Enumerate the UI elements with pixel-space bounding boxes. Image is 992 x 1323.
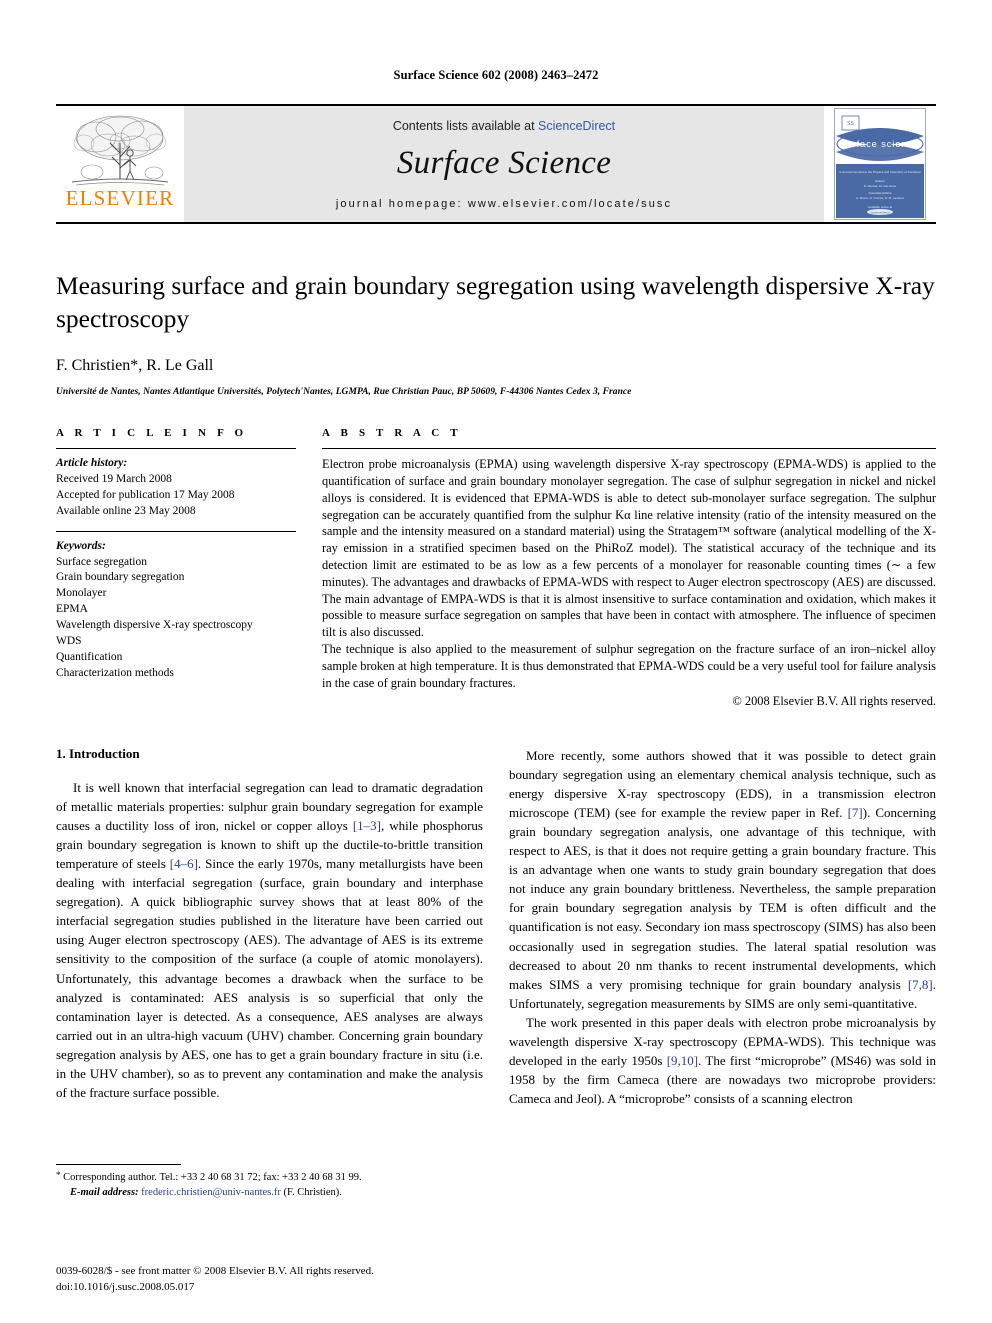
journal-homepage-link[interactable]: journal homepage: www.elsevier.com/locat… [336, 198, 672, 210]
svg-text:SS: SS [847, 121, 854, 127]
info-abstract-section: A R T I C L E I N F O Article history: R… [56, 427, 936, 710]
page-title: Measuring surface and grain boundary seg… [56, 271, 935, 333]
article-history-label: Article history: [56, 457, 128, 470]
history-received: Received 19 March 2008 [56, 473, 172, 486]
svg-text:Editors: Editors [875, 179, 885, 183]
abstract-rule [322, 448, 936, 450]
abstract-heading: A B S T R A C T [322, 427, 462, 440]
svg-text:ScienceDirect: ScienceDirect [870, 210, 889, 214]
abstract-body: Electron probe microanalysis (EPMA) usin… [322, 456, 936, 710]
keyword-item: Monolayer [56, 587, 107, 600]
history-accepted: Accepted for publication 17 May 2008 [56, 488, 235, 501]
running-head: Surface Science 602 (2008) 2463–2472 [393, 68, 599, 82]
keyword-item: Quantification [56, 650, 123, 663]
svg-text:Available online at: Available online at [868, 205, 892, 209]
keyword-item: Characterization methods [56, 666, 174, 679]
masthead-center: Contents lists available at ScienceDirec… [184, 106, 824, 222]
svg-text:H. Brune, G. Comsa, R. M. Lamb: H. Brune, G. Comsa, R. M. Lambert [856, 196, 904, 200]
keyword-item: WDS [56, 634, 82, 647]
section-heading-introduction: 1. Introduction [56, 746, 140, 762]
article-info-rule [56, 448, 296, 450]
abstract-paragraph: The technique is also applied to the mea… [322, 642, 936, 690]
author-list: F. Christien*, R. Le Gall [56, 357, 214, 375]
body-columns: 1. Introduction It is well known that in… [56, 746, 936, 1198]
abstract-paragraph: Electron probe microanalysis (EPMA) usin… [322, 457, 936, 640]
article-info-column: A R T I C L E I N F O Article history: R… [56, 427, 296, 710]
intro-paragraph-3: The work presented in this paper deals w… [509, 1013, 936, 1108]
citation-link[interactable]: [4–6] [170, 856, 198, 871]
email-address-label: E-mail address: [70, 1187, 139, 1199]
email-address-link[interactable]: frederic.christien@univ-nantes.fr [141, 1187, 281, 1198]
keyword-item: Grain boundary segregation [56, 571, 185, 584]
intro-p2-text-b: ). Concerning grain boundary segregation… [509, 805, 936, 992]
corresponding-author-note: * Corresponding author. Tel.: +33 2 40 6… [56, 1169, 483, 1186]
elsevier-tree-icon [68, 113, 172, 187]
keyword-item: Wavelength dispersive X-ray spectroscopy [56, 618, 253, 631]
citation-link[interactable]: [7,8] [908, 977, 933, 992]
article-info-heading: A R T I C L E I N F O [56, 427, 248, 440]
keywords-label: Keywords: [56, 539, 106, 552]
intro-paragraph-1: It is well known that interfacial segreg… [56, 778, 483, 1102]
page-footer: 0039-6028/$ - see front matter © 2008 El… [56, 1264, 374, 1295]
contents-prefix: Contents lists available at [392, 119, 535, 133]
footer-issn-line: 0039-6028/$ - see front matter © 2008 El… [56, 1265, 374, 1278]
citation-link[interactable]: [9,10] [667, 1053, 698, 1068]
paper-page: Surface Science 602 (2008) 2463–2472 ELS… [0, 0, 992, 1323]
email-owner: (F. Christien). [283, 1187, 342, 1199]
journal-cover-thumbnail[interactable]: SS surface science A Journal Devoted to … [824, 106, 936, 222]
history-online: Available online 23 May 2008 [56, 504, 196, 517]
keyword-item: EPMA [56, 603, 88, 616]
abstract-column: A B S T R A C T Electron probe microanal… [322, 427, 936, 710]
keywords-list: Keywords: Surface segregation Grain boun… [56, 539, 296, 682]
affiliation: Université de Nantes, Nantes Atlantique … [56, 387, 632, 398]
citation-link[interactable]: [7] [848, 805, 863, 820]
journal-title: Surface Science [396, 145, 612, 181]
svg-text:Associate Editors: Associate Editors [868, 191, 892, 195]
corresponding-author-text: Corresponding author. Tel.: +33 2 40 68 … [63, 1172, 362, 1184]
intro-p1-text-c: . Since the early 1970s, many metallurgi… [56, 856, 483, 1100]
journal-masthead: ELSEVIER Contents lists available at Sci… [56, 104, 936, 224]
abstract-copyright: © 2008 Elsevier B.V. All rights reserved… [732, 694, 936, 709]
sciencedirect-link[interactable]: ScienceDirect [538, 119, 615, 133]
svg-text:A Journal Devoted to the Physi: A Journal Devoted to the Physics and Che… [839, 170, 921, 174]
contents-available-line: Contents lists available at ScienceDirec… [393, 119, 615, 133]
svg-text:D. Menzel, M. Van Hove: D. Menzel, M. Van Hove [864, 184, 897, 188]
body-column-left: 1. Introduction It is well known that in… [56, 746, 483, 1198]
intro-paragraph-2: More recently, some authors showed that … [509, 746, 936, 1012]
footnote-divider [56, 1164, 181, 1166]
footnote-star: * [56, 1170, 61, 1181]
keyword-item: Surface segregation [56, 555, 148, 568]
keywords-rule [56, 530, 296, 532]
article-history: Article history: Received 19 March 2008 … [56, 456, 296, 519]
citation-link[interactable]: [1–3] [353, 818, 381, 833]
svg-text:surface science: surface science [841, 139, 919, 150]
title-block: Measuring surface and grain boundary seg… [56, 270, 936, 397]
elsevier-logo: ELSEVIER [56, 106, 184, 222]
body-column-right: More recently, some authors showed that … [509, 746, 936, 1108]
elsevier-wordmark: ELSEVIER [65, 186, 175, 210]
footnote-block: * Corresponding author. Tel.: +33 2 40 6… [56, 1164, 483, 1201]
email-note: E-mail address: frederic.christien@univ-… [56, 1186, 483, 1201]
footer-doi-line: doi:10.1016/j.susc.2008.05.017 [56, 1280, 195, 1293]
